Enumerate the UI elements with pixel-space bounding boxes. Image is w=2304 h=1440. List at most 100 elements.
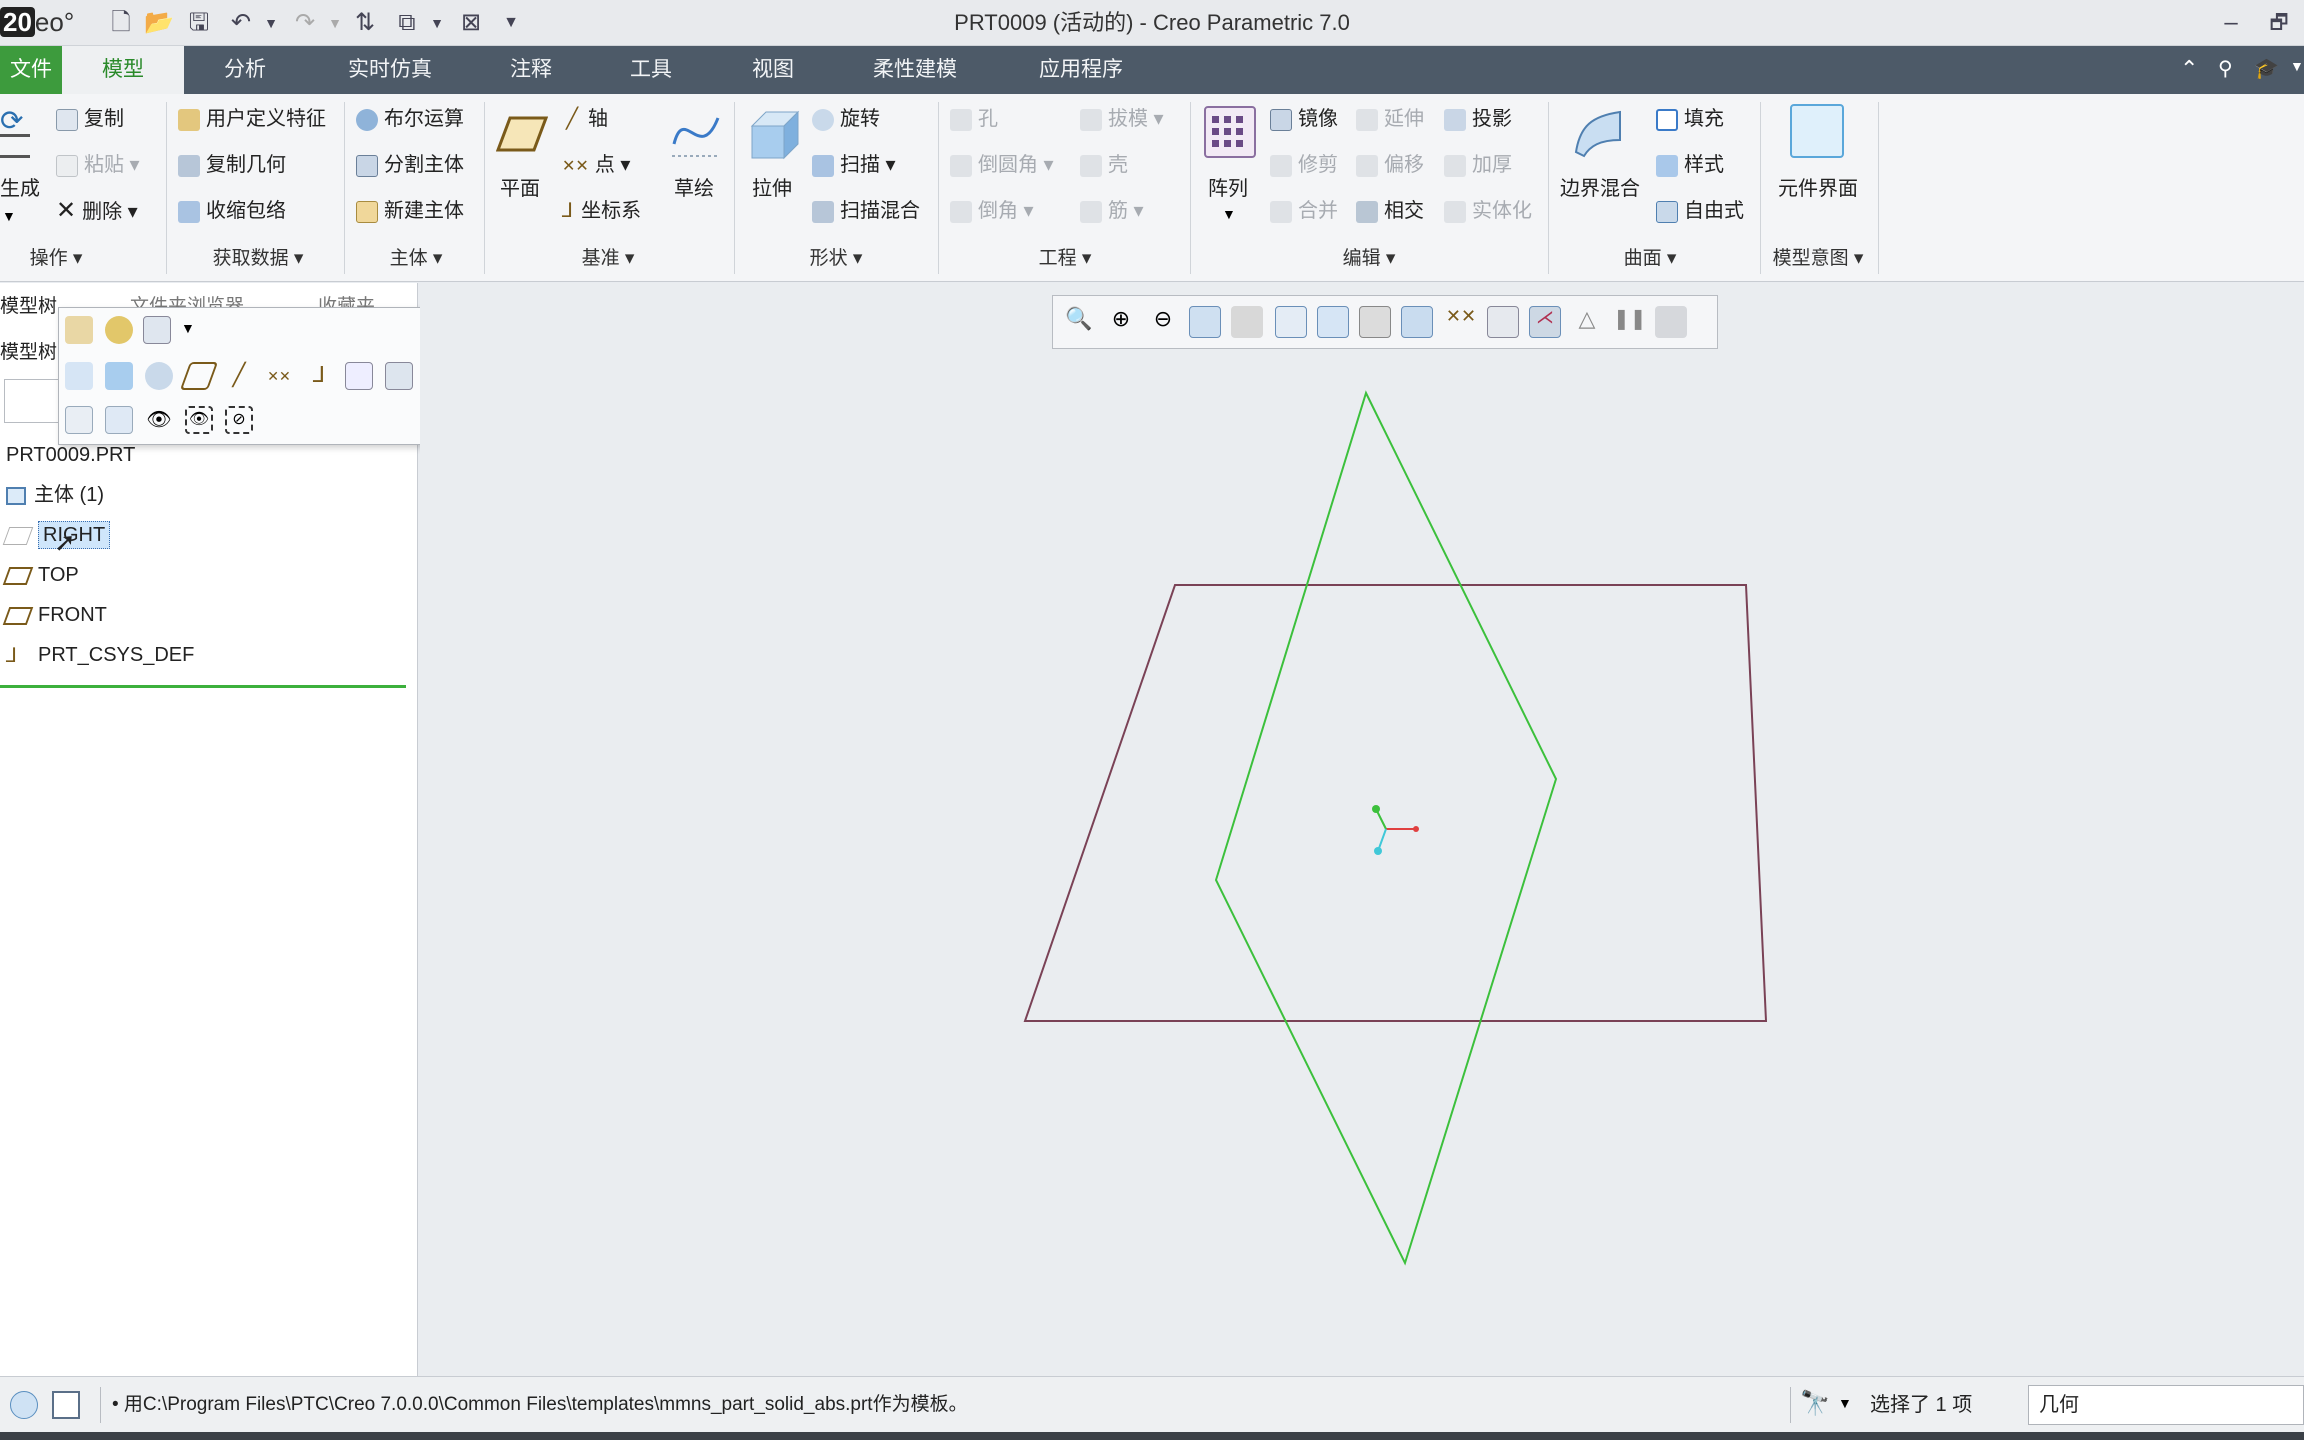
suppress-icon[interactable]: ⊘ <box>225 406 253 434</box>
revolve-button[interactable]: 旋转 <box>812 104 880 134</box>
edit-definition-icon[interactable] <box>65 406 93 434</box>
tab-annotate[interactable]: 注释 <box>486 46 576 94</box>
shell-button[interactable]: 壳 <box>1080 150 1128 180</box>
minimize-button[interactable]: – <box>2216 8 2246 38</box>
component-interface-button[interactable]: 元件界面 <box>1778 174 1858 204</box>
delete-button[interactable]: ✕ 删除 ▾ <box>56 196 138 226</box>
intersect-button[interactable]: 相交 <box>1356 196 1424 226</box>
play-icon[interactable] <box>1655 306 1687 338</box>
zoom-out-icon[interactable]: ⊖ <box>1147 306 1179 338</box>
sketch-button[interactable]: 草绘 <box>674 174 714 204</box>
help-dropdown-icon[interactable]: ▼ <box>2290 58 2304 74</box>
display-style-icon[interactable] <box>1231 306 1263 338</box>
group-datum-label[interactable]: 基准 ▾ <box>496 244 720 274</box>
swept-blend-button[interactable]: 扫描混合 <box>812 196 920 226</box>
graphics-viewport[interactable] <box>420 283 2304 1376</box>
group-operations-label[interactable]: 操作 ▾ <box>0 244 112 274</box>
extend-button[interactable]: 延伸 <box>1356 104 1424 134</box>
section-icon[interactable] <box>1401 306 1433 338</box>
plane-icon[interactable] <box>495 108 549 160</box>
tab-analysis[interactable]: 分析 <box>200 46 290 94</box>
csys-small-icon[interactable]: ⅃ <box>305 362 333 390</box>
solidify-button[interactable]: 实体化 <box>1444 196 1532 226</box>
shrinkwrap-button[interactable]: 收缩包络 <box>178 196 286 226</box>
find-icon[interactable]: 🔭 <box>1800 1389 1830 1418</box>
tree-item-top[interactable]: TOP <box>0 557 410 593</box>
axis-small-icon[interactable]: ╱ <box>225 362 253 390</box>
group-shape-label[interactable]: 形状 ▾ <box>746 244 926 274</box>
group-body-label[interactable]: 主体 ▾ <box>356 244 476 274</box>
tab-live-simulation[interactable]: 实时仿真 <box>330 46 450 94</box>
pause-icon[interactable]: ❚❚ <box>1613 306 1647 338</box>
freestyle-button[interactable]: 自由式 <box>1656 196 1744 226</box>
learning-icon[interactable]: 🎓 <box>2254 56 2279 81</box>
tree-item-front[interactable]: FRONT <box>0 597 410 633</box>
regenerate-big-icon[interactable]: ⟳ <box>0 104 30 136</box>
regenerate-button[interactable]: 生成 <box>0 174 40 204</box>
chamfer-button[interactable]: 倒角 ▾ <box>950 196 1034 226</box>
select-filter-icon[interactable] <box>143 316 171 344</box>
hide-icon[interactable]: 👁 <box>185 406 213 434</box>
boundary-blend-button[interactable]: 边界混合 <box>1560 174 1640 204</box>
tab-model-tree[interactable]: 模型树 <box>0 291 57 323</box>
pattern-button[interactable]: 阵列 <box>1208 174 1248 204</box>
udf-button[interactable]: 用户定义特征 <box>178 104 326 134</box>
selection-filter-select[interactable]: 几何 <box>2028 1385 2304 1425</box>
tab-file[interactable]: 文件 <box>0 46 62 94</box>
split-body-button[interactable]: 分割主体 <box>356 150 464 180</box>
tree-search-input[interactable] <box>4 379 64 423</box>
tree-item-body[interactable]: 主体 (1) <box>0 477 410 513</box>
plane-small-icon[interactable] <box>179 362 219 390</box>
tree-item-csys[interactable]: ⅃ PRT_CSYS_DEF <box>0 637 410 673</box>
round-button[interactable]: 倒圆角 ▾ <box>950 150 1054 180</box>
pattern-small-icon[interactable] <box>345 362 373 390</box>
zoom-in-icon[interactable]: ⊕ <box>1105 306 1137 338</box>
plane-button[interactable]: 平面 <box>500 174 540 204</box>
refit-icon[interactable]: 🔍 <box>1063 306 1095 338</box>
rib-button[interactable]: 筋 ▾ <box>1080 196 1144 226</box>
copy-button[interactable]: 复制 <box>56 104 124 134</box>
sketch-icon[interactable] <box>670 108 722 160</box>
appearance-icon[interactable]: △ <box>1571 306 1603 338</box>
saved-orientations-icon[interactable] <box>1275 306 1307 338</box>
boundary-blend-icon[interactable] <box>1570 106 1626 162</box>
style-button[interactable]: 样式 <box>1656 150 1724 180</box>
boolean-button[interactable]: 布尔运算 <box>356 104 464 134</box>
new-body-button[interactable]: 新建主体 <box>356 196 464 226</box>
tab-view[interactable]: 视图 <box>728 46 818 94</box>
show-navigator-icon[interactable] <box>10 1391 38 1419</box>
datum-display-icon[interactable]: ✕✕ <box>1445 306 1477 338</box>
group-surfaces-label[interactable]: 曲面 ▾ <box>1560 244 1740 274</box>
popup-dropdown-icon[interactable]: ▼ <box>181 320 195 336</box>
group-editing-label[interactable]: 编辑 ▾ <box>1204 244 1534 274</box>
revolve-small-icon[interactable] <box>145 362 173 390</box>
tab-flexible-modeling[interactable]: 柔性建模 <box>860 46 970 94</box>
group-model-intent-label[interactable]: 模型意图 ▾ <box>1766 244 1870 274</box>
edit-icon[interactable] <box>105 406 133 434</box>
project-button[interactable]: 投影 <box>1444 104 1512 134</box>
group-get-data-label[interactable]: 获取数据 ▾ <box>178 244 338 274</box>
point-button[interactable]: ✕✕ 点 ▾ <box>562 150 630 180</box>
paste-button[interactable]: 粘贴 ▾ <box>56 150 140 180</box>
group-engineering-label[interactable]: 工程 ▾ <box>950 244 1180 274</box>
copy-geometry-button[interactable]: 复制几何 <box>178 150 286 180</box>
axis-button[interactable]: ╱ 轴 <box>566 104 608 134</box>
merge-button[interactable]: 合并 <box>1270 196 1338 226</box>
mirror-button[interactable]: 镜像 <box>1270 104 1338 134</box>
mirror-small-icon[interactable] <box>385 362 413 390</box>
tab-applications[interactable]: 应用程序 <box>1026 46 1136 94</box>
extrude-icon[interactable] <box>746 106 802 162</box>
offset-button[interactable]: 偏移 <box>1356 150 1424 180</box>
find-dropdown-icon[interactable]: ▼ <box>1838 1395 1852 1411</box>
appearance-icon[interactable] <box>65 316 93 344</box>
fill-button[interactable]: 填充 <box>1656 104 1724 134</box>
show-icon[interactable]: 👁 <box>145 406 173 434</box>
pattern-dropdown-icon[interactable]: ▼ <box>1222 206 1236 222</box>
perspective-icon[interactable] <box>1359 306 1391 338</box>
sweep-button[interactable]: 扫描 ▾ <box>812 150 896 180</box>
extrude-button[interactable]: 拉伸 <box>752 174 792 204</box>
tab-tools[interactable]: 工具 <box>606 46 696 94</box>
tab-model[interactable]: 模型 <box>62 46 184 94</box>
draft-button[interactable]: 拔模 ▾ <box>1080 104 1164 134</box>
regenerate-dropdown-icon[interactable]: ▼ <box>2 208 16 224</box>
